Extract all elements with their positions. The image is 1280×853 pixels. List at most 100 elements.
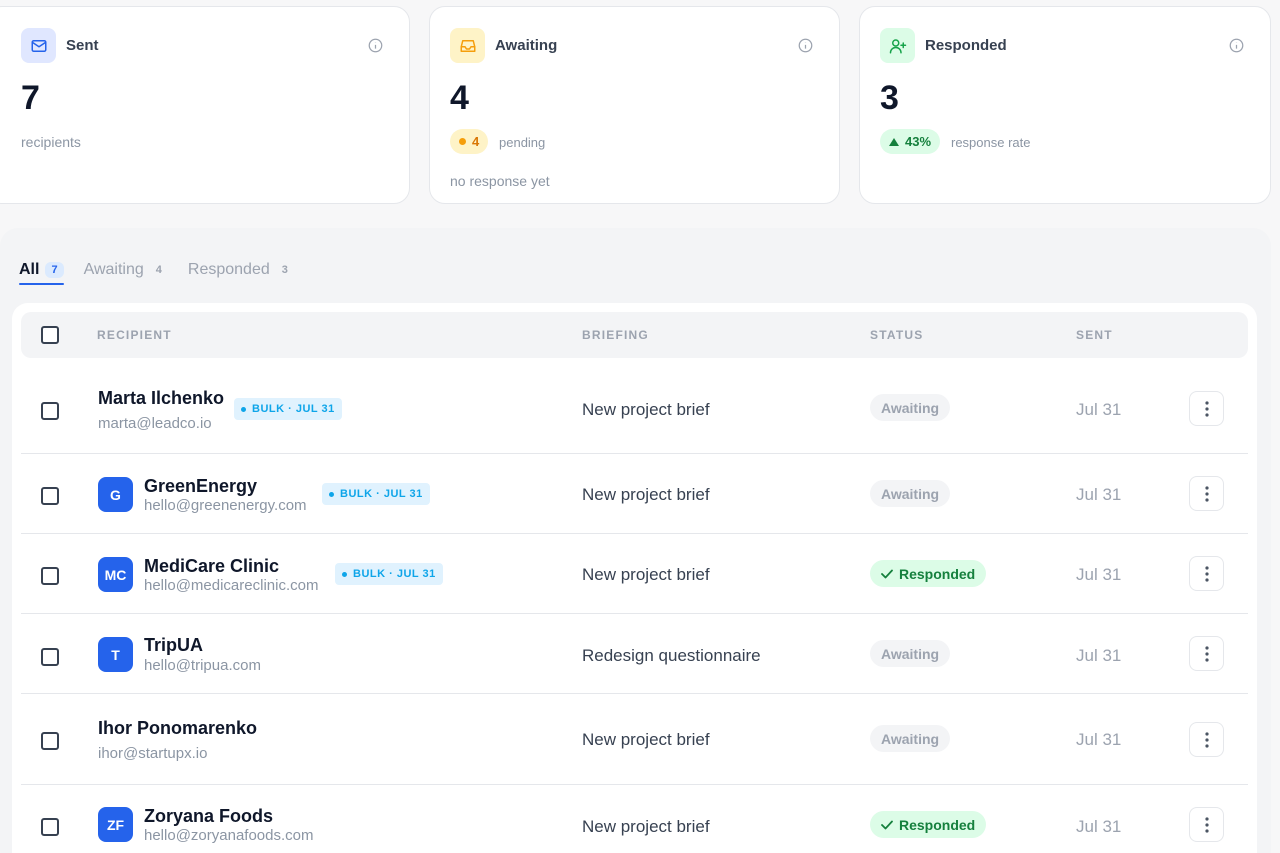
avatar: T	[98, 637, 133, 672]
more-button[interactable]	[1189, 722, 1224, 757]
kebab-menu-icon	[1204, 645, 1209, 662]
kebab-menu-icon	[1204, 400, 1209, 417]
tab-responded[interactable]: Responded 3	[188, 255, 294, 284]
dot-icon	[459, 138, 466, 145]
recipient-name: TripUA	[144, 635, 204, 655]
sent-date: Jul 31	[1076, 400, 1122, 419]
briefing-name: New project brief	[582, 400, 710, 419]
table-row[interactable]: T TripUA hello@tripua.com Redesign quest…	[21, 614, 1248, 694]
recipient-email: hello@tripua.com	[144, 657, 261, 674]
row-checkbox[interactable]	[41, 648, 59, 666]
avatar: ZF	[98, 807, 133, 842]
more-button[interactable]	[1189, 807, 1224, 842]
awaiting-card-subtitle: no response yet	[450, 173, 550, 189]
info-icon[interactable]	[798, 38, 813, 53]
table-row[interactable]: MC MediCare Clinic hello@medicareclinic.…	[21, 534, 1248, 614]
responded-count: 3	[880, 79, 899, 117]
status-badge: Awaiting	[870, 640, 951, 667]
responded-card-title: Responded	[925, 37, 1007, 54]
column-status[interactable]: STATUS	[870, 328, 923, 342]
response-rate-pill: 43%	[880, 129, 941, 154]
table-row[interactable]: G GreenEnergy hello@greenenergy.com BULK…	[21, 454, 1248, 534]
column-recipient[interactable]: RECIPIENT	[97, 328, 172, 342]
avatar: MC	[98, 557, 133, 592]
status-badge: Awaiting	[870, 394, 951, 421]
dot-icon	[329, 491, 334, 497]
tab-label: All	[19, 260, 40, 278]
check-icon	[881, 820, 893, 829]
info-icon[interactable]	[1229, 38, 1244, 53]
kebab-menu-icon	[1204, 565, 1209, 582]
briefing-name: New project brief	[582, 817, 710, 836]
bulk-badge-label: BULK · JUL 31	[340, 488, 423, 500]
status-badge: Responded	[870, 560, 987, 587]
bulk-badge: BULK · JUL 31	[322, 483, 430, 505]
bulk-badge-label: BULK · JUL 31	[353, 568, 436, 580]
tab-label: Awaiting	[83, 260, 144, 278]
check-icon	[881, 569, 893, 578]
tab-count: 3	[281, 263, 288, 276]
sent-card-subtitle: recipients	[21, 134, 81, 150]
select-all-checkbox[interactable]	[41, 326, 59, 344]
user-plus-icon	[880, 28, 915, 63]
sent-count: 7	[21, 79, 40, 117]
response-rate-value: 43%	[905, 134, 932, 149]
responded-card: Responded 3 43% response rate	[859, 6, 1271, 204]
bulk-badge: BULK · JUL 31	[335, 563, 443, 585]
status-label: Responded	[899, 565, 976, 582]
row-checkbox[interactable]	[41, 732, 59, 750]
bulk-badge: BULK · JUL 31	[234, 398, 342, 420]
sent-card-title: Sent	[66, 37, 99, 54]
recipient-name: Ihor Ponomarenko	[98, 718, 258, 738]
recipient-name: Marta Ilchenko	[98, 388, 225, 408]
inbox-icon	[450, 28, 485, 63]
briefing-name: Redesign questionnaire	[582, 646, 761, 665]
tab-count: 7	[45, 261, 64, 278]
status-label: Awaiting	[881, 485, 940, 502]
recipient-name: MediCare Clinic	[144, 556, 280, 576]
row-checkbox[interactable]	[41, 567, 59, 585]
awaiting-card-header: Awaiting	[450, 28, 557, 63]
recipient-email: hello@medicareclinic.com	[144, 577, 319, 594]
arrow-up-icon	[889, 137, 899, 146]
awaiting-count: 4	[450, 79, 469, 117]
recipient-email: ihor@startupx.io	[98, 745, 208, 762]
awaiting-card-title: Awaiting	[495, 37, 558, 54]
avatar: G	[98, 477, 133, 512]
tab-awaiting[interactable]: Awaiting 4	[84, 255, 168, 284]
row-checkbox[interactable]	[41, 818, 59, 836]
status-label: Awaiting	[881, 399, 940, 416]
dot-icon	[241, 406, 246, 412]
sent-card-header: Sent	[21, 28, 99, 63]
recipient-email: hello@greenenergy.com	[144, 497, 307, 514]
more-button[interactable]	[1189, 391, 1224, 426]
row-checkbox[interactable]	[41, 402, 59, 420]
table-row[interactable]: Marta Ilchenko marta@leadco.io BULK · JU…	[21, 359, 1248, 454]
filter-tabs: All 7 Awaiting 4 Responded 3	[19, 255, 294, 285]
bulk-badge-label: BULK · JUL 31	[252, 403, 335, 415]
responded-card-header: Responded	[880, 28, 1007, 63]
info-icon[interactable]	[368, 38, 383, 53]
sent-date: Jul 31	[1076, 565, 1122, 584]
sent-date: Jul 31	[1076, 730, 1122, 749]
table-row[interactable]: ZF Zoryana Foods hello@zoryanafoods.com …	[21, 785, 1248, 853]
briefing-name: New project brief	[582, 730, 710, 749]
row-checkbox[interactable]	[41, 487, 59, 505]
recipient-email: hello@zoryanafoods.com	[144, 827, 314, 844]
status-badge: Awaiting	[870, 480, 951, 507]
pending-count: 4	[472, 134, 480, 149]
column-briefing[interactable]: BRIEFING	[582, 328, 649, 342]
column-sent[interactable]: SENT	[1076, 328, 1113, 342]
briefing-name: New project brief	[582, 565, 710, 584]
more-button[interactable]	[1189, 636, 1224, 671]
status-badge: Responded	[870, 811, 987, 838]
tab-all[interactable]: All 7	[19, 255, 64, 285]
more-button[interactable]	[1189, 476, 1224, 511]
pending-pill: 4	[450, 129, 489, 154]
status-badge: Awaiting	[870, 725, 951, 752]
sent-date: Jul 31	[1076, 485, 1122, 504]
tab-label: Responded	[187, 260, 270, 278]
table-row[interactable]: Ihor Ponomarenko ihor@startupx.io New pr…	[21, 694, 1248, 785]
more-button[interactable]	[1189, 556, 1224, 591]
briefing-name: New project brief	[582, 485, 710, 504]
